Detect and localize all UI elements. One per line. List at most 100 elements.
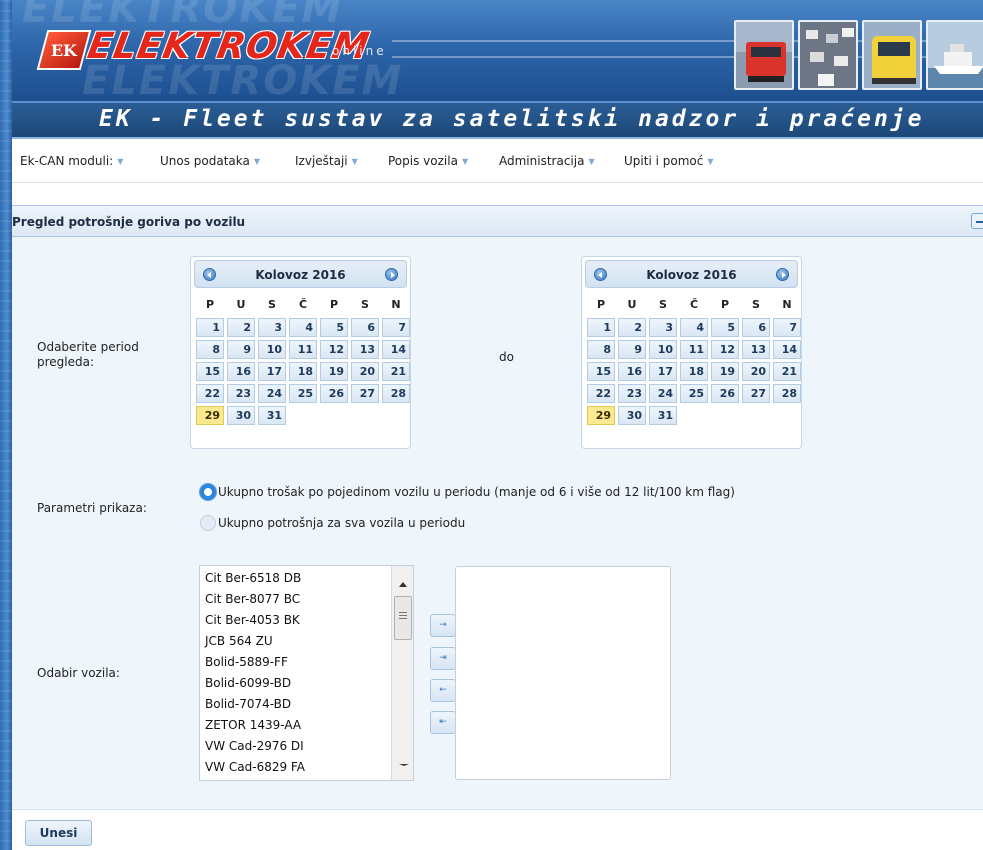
calendar-day[interactable]: 25 xyxy=(289,384,317,403)
calendar-day[interactable]: 30 xyxy=(227,406,255,425)
calendar-day[interactable]: 19 xyxy=(320,362,348,381)
calendar-day[interactable]: 12 xyxy=(320,340,348,359)
calendar-day[interactable]: 12 xyxy=(711,340,739,359)
calendar-day[interactable]: 2 xyxy=(227,318,255,337)
calendar-day[interactable]: 26 xyxy=(320,384,348,403)
next-month-button[interactable] xyxy=(385,268,398,281)
add-all-button[interactable]: ⇥ xyxy=(430,647,456,670)
calendar-day[interactable]: 13 xyxy=(351,340,379,359)
calendar-day[interactable]: 29 xyxy=(587,406,615,425)
calendar-day[interactable]: 27 xyxy=(351,384,379,403)
add-one-button[interactable]: → xyxy=(430,614,456,637)
menu-popis-vozila[interactable]: Popis vozila ▼ xyxy=(388,154,468,168)
remove-all-button[interactable]: ⇤ xyxy=(430,711,456,734)
remove-one-button[interactable]: ← xyxy=(430,679,456,702)
next-month-button[interactable] xyxy=(776,268,789,281)
to-calendar: Kolovoz 2016 P U S Č P S N 1 2 3 4 5 6 7 8 9 10 11 12 13 14 1… xyxy=(581,256,802,449)
calendar-day[interactable]: 11 xyxy=(289,340,317,359)
collapse-button[interactable] xyxy=(971,213,983,229)
calendar-day[interactable]: 16 xyxy=(227,362,255,381)
calendar-day[interactable]: 4 xyxy=(289,318,317,337)
list-scrollbar[interactable] xyxy=(391,566,413,780)
calendar-day[interactable]: 7 xyxy=(773,318,801,337)
calendar-day[interactable]: 20 xyxy=(351,362,379,381)
calendar-day[interactable]: 11 xyxy=(680,340,708,359)
scroll-down-icon[interactable] xyxy=(399,764,409,766)
vehicle-option[interactable]: Cit Ber-8077 BC xyxy=(205,589,300,610)
radio-button[interactable] xyxy=(200,515,216,531)
calendar-day[interactable]: 18 xyxy=(289,362,317,381)
calendar-day[interactable]: 9 xyxy=(227,340,255,359)
panel-body: Odaberite period pregleda: Kolovoz 2016 … xyxy=(12,237,983,809)
calendar-day[interactable]: 26 xyxy=(711,384,739,403)
calendar-day[interactable]: 5 xyxy=(320,318,348,337)
panel-header: Pregled potrošnje goriva po vozilu xyxy=(12,205,983,237)
calendar-day[interactable]: 27 xyxy=(742,384,770,403)
calendar-day[interactable]: 25 xyxy=(680,384,708,403)
calendar-day[interactable]: 5 xyxy=(711,318,739,337)
calendar-day[interactable]: 24 xyxy=(258,384,286,403)
calendar-day[interactable]: 22 xyxy=(196,384,224,403)
calendar-day[interactable]: 19 xyxy=(711,362,739,381)
calendar-day[interactable]: 1 xyxy=(196,318,224,337)
calendar-day[interactable]: 24 xyxy=(649,384,677,403)
menu-upiti-i-pomoc[interactable]: Upiti i pomoć ▼ xyxy=(624,154,713,168)
calendar-day[interactable]: 20 xyxy=(742,362,770,381)
submit-button[interactable]: Unesi xyxy=(25,820,92,846)
calendar-day[interactable]: 3 xyxy=(258,318,286,337)
selected-vehicles-list[interactable] xyxy=(455,566,671,780)
calendar-day[interactable]: 13 xyxy=(742,340,770,359)
calendar-day[interactable]: 17 xyxy=(649,362,677,381)
radio-button[interactable] xyxy=(200,484,216,500)
calendar-day[interactable]: 6 xyxy=(742,318,770,337)
vehicle-option[interactable]: Bolid-6099-BD xyxy=(205,673,291,694)
calendar-day[interactable]: 23 xyxy=(618,384,646,403)
vehicle-option[interactable]: ZETOR 1439-AA xyxy=(205,715,301,736)
calendar-day[interactable]: 31 xyxy=(258,406,286,425)
calendar-day[interactable]: 28 xyxy=(773,384,801,403)
calendar-day[interactable]: 18 xyxy=(680,362,708,381)
menu-administracija[interactable]: Administracija ▼ xyxy=(499,154,595,168)
scroll-up-icon[interactable] xyxy=(399,582,407,587)
calendar-day[interactable]: 15 xyxy=(196,362,224,381)
calendar-day[interactable]: 8 xyxy=(196,340,224,359)
app-title-bar: EK - Fleet sustav za satelitski nadzor i… xyxy=(12,101,983,139)
calendar-day[interactable]: 30 xyxy=(618,406,646,425)
calendar-day[interactable]: 4 xyxy=(680,318,708,337)
calendar-header: Kolovoz 2016 xyxy=(585,260,798,288)
calendar-day[interactable]: 15 xyxy=(587,362,615,381)
menu-unos-podataka[interactable]: Unos podataka ▼ xyxy=(160,154,260,168)
calendar-day[interactable]: 9 xyxy=(618,340,646,359)
calendar-day[interactable]: 14 xyxy=(773,340,801,359)
calendar-day[interactable]: 31 xyxy=(649,406,677,425)
calendar-day[interactable]: 8 xyxy=(587,340,615,359)
calendar-day[interactable]: 3 xyxy=(649,318,677,337)
calendar-day[interactable]: 1 xyxy=(587,318,615,337)
calendar-day[interactable]: 16 xyxy=(618,362,646,381)
calendar-day[interactable]: 7 xyxy=(382,318,410,337)
scroll-thumb[interactable] xyxy=(394,596,412,640)
calendar-day[interactable]: 10 xyxy=(649,340,677,359)
vehicle-option[interactable]: Bolid-7074-BD xyxy=(205,694,291,715)
vehicle-option[interactable]: JCB 564 ZU xyxy=(205,631,273,652)
vehicle-option[interactable]: Bolid-5889-FF xyxy=(205,652,288,673)
calendar-day[interactable]: 29 xyxy=(196,406,224,425)
vehicle-option[interactable]: Cit Ber-6518 DB xyxy=(205,568,301,589)
weekday-header: U xyxy=(236,298,246,311)
vehicle-option[interactable]: Cit Ber-4053 BK xyxy=(205,610,300,631)
calendar-day[interactable]: 17 xyxy=(258,362,286,381)
calendar-day[interactable]: 10 xyxy=(258,340,286,359)
calendar-day[interactable]: 2 xyxy=(618,318,646,337)
menu-ek-can[interactable]: Ek-CAN moduli: ▼ xyxy=(20,154,123,168)
calendar-day[interactable]: 23 xyxy=(227,384,255,403)
calendar-day[interactable]: 21 xyxy=(382,362,410,381)
vehicle-option[interactable]: VW Cad-2976 DI xyxy=(205,736,304,757)
calendar-day[interactable]: 14 xyxy=(382,340,410,359)
calendar-day[interactable]: 22 xyxy=(587,384,615,403)
vehicle-option[interactable]: VW Cad-6829 FA xyxy=(205,757,305,778)
available-vehicles-list[interactable]: Cit Ber-6518 DB Cit Ber-8077 BC Cit Ber-40… xyxy=(199,565,414,781)
calendar-day[interactable]: 28 xyxy=(382,384,410,403)
menu-izvjestaji[interactable]: Izvještaji ▼ xyxy=(295,154,358,168)
calendar-day[interactable]: 6 xyxy=(351,318,379,337)
calendar-day[interactable]: 21 xyxy=(773,362,801,381)
